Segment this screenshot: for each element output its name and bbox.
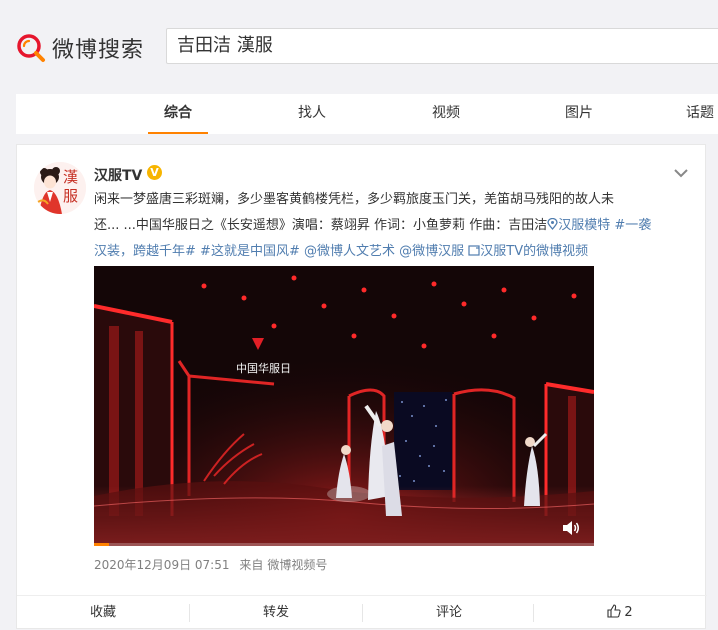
post-source[interactable]: 微博视频号: [267, 558, 327, 572]
post-text: 闲来一梦盛唐三彩斑斓，多少墨客黄鹤楼凭栏，多少羁旅度玉门关，羌笛胡马残阳的故人未…: [94, 187, 694, 265]
post-timestamp[interactable]: 2020年12月09日 07:51: [94, 558, 229, 572]
vip-badge-icon: V: [147, 165, 162, 180]
tab-comprehensive[interactable]: 综合: [144, 94, 212, 134]
search-input[interactable]: 吉田洁 漢服: [166, 28, 718, 64]
video-frame: 中国华服日: [94, 266, 594, 546]
search-tabs: 综合 找人 视频 图片 话题: [16, 94, 718, 134]
volume-icon[interactable]: [562, 520, 580, 536]
like-icon: [607, 604, 621, 618]
topic-link-2[interactable]: #这就是中国风#: [200, 244, 300, 259]
topic-link-1-start[interactable]: #一袭: [614, 218, 651, 233]
video-logo-text: 中国华服日: [236, 361, 291, 375]
chevron-down-icon[interactable]: [673, 167, 689, 179]
weibo-post-card: 漢服 汉服TV V 闲来一梦盛唐三彩斑斓，多少墨客黄鹤楼凭栏，多少羁旅度玉门关，…: [16, 144, 707, 630]
post-text-plain: 还... ...中国华服日之《长安遥想》演唱：蔡翊昇 作词：小鱼萝莉 作曲：吉田…: [94, 218, 548, 233]
weibo-search-logo[interactable]: 微博搜索: [16, 30, 144, 66]
video-player[interactable]: 中国华服日: [94, 266, 594, 546]
video-link-icon: [468, 245, 480, 256]
location-link-label: 汉服模特: [558, 218, 611, 233]
video-progress-fill: [94, 543, 109, 546]
tab-pictures[interactable]: 图片: [545, 94, 613, 134]
mention-link-1[interactable]: @微博人文艺术: [304, 244, 395, 259]
tab-topics[interactable]: 话题: [686, 94, 718, 134]
post-text-line-3: 汉装，跨越千年# #这就是中国风# @微博人文艺术 @微博汉服 汉服TV的微博视…: [94, 239, 694, 265]
video-link[interactable]: 汉服TV的微博视频: [468, 244, 588, 259]
avatar-text: 漢服: [63, 168, 79, 205]
source-prefix: 来自: [239, 558, 264, 572]
avatar[interactable]: 漢服: [34, 162, 86, 214]
location-link[interactable]: 汉服模特: [547, 217, 611, 233]
comment-button[interactable]: 评论: [363, 596, 535, 630]
repost-button[interactable]: 转发: [190, 596, 362, 630]
post-text-line-2: 还... ...中国华服日之《长安遥想》演唱：蔡翊昇 作词：小鱼萝莉 作曲：吉田…: [94, 213, 694, 239]
search-logo-icon: [17, 34, 45, 62]
mention-link-2[interactable]: @微博汉服: [399, 244, 464, 259]
tab-video[interactable]: 视频: [412, 94, 480, 134]
top-bar: 微博搜索 吉田洁 漢服: [0, 0, 718, 94]
collect-button[interactable]: 收藏: [17, 596, 189, 630]
post-actions: 收藏 转发 评论 2: [17, 595, 707, 630]
topic-link-1-end[interactable]: 汉装，跨越千年#: [94, 244, 196, 259]
video-progress-bar[interactable]: [94, 543, 594, 546]
logo-text: 微博搜索: [52, 38, 145, 63]
video-link-label: 汉服TV的微博视频: [480, 244, 589, 259]
tab-find-people[interactable]: 找人: [278, 94, 346, 134]
location-icon: [547, 217, 558, 230]
username[interactable]: 汉服TV: [94, 165, 142, 185]
like-button[interactable]: 2: [534, 596, 706, 630]
like-count: 2: [624, 605, 633, 620]
post-text-line-1: 闲来一梦盛唐三彩斑斓，多少墨客黄鹤楼凭栏，多少羁旅度玉门关，羌笛胡马残阳的故人未: [94, 192, 615, 207]
post-meta: 2020年12月09日 07:51 来自 微博视频号: [94, 556, 327, 573]
